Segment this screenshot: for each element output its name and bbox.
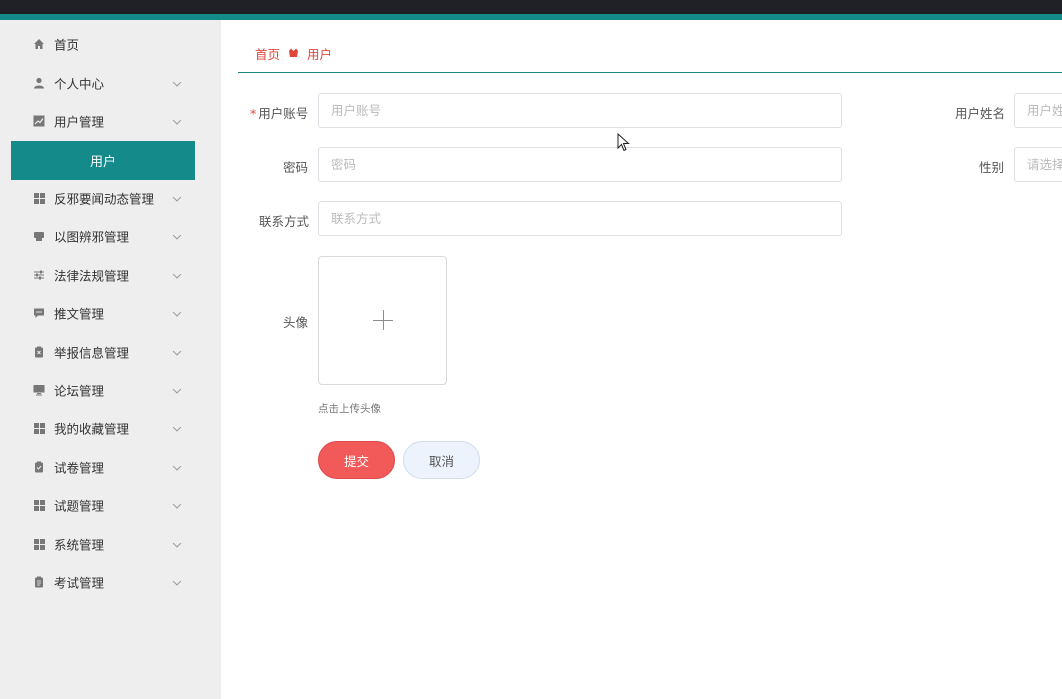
sidebar-item-home[interactable]: 首页 [0,26,221,62]
monitor-icon [33,384,45,396]
sidebar-item-label: 试题管理 [54,498,105,514]
chevron-down-icon [172,347,182,356]
chevron-down-icon [172,462,182,471]
chart-icon [33,115,45,127]
contact-input[interactable] [318,201,842,236]
top-bar [0,0,1062,14]
sidebar-item-image-management[interactable]: 以图辨邪管理 [0,218,221,254]
message-icon [33,307,45,319]
chevron-down-icon [172,500,182,509]
home-icon [33,38,45,50]
chevron-down-icon [172,539,182,548]
submit-button[interactable]: 提交 [318,441,395,479]
sidebar-item-label: 举报信息管理 [54,345,130,361]
sidebar-item-label: 试卷管理 [54,460,105,476]
gender-select[interactable] [1014,147,1062,182]
chevron-down-icon [172,270,182,279]
chevron-down-icon [172,231,182,240]
grid-icon [33,538,45,550]
grid-icon [33,422,45,434]
chevron-down-icon [172,308,182,317]
breadcrumb-separator-icon [288,47,299,61]
sidebar-item-label: 首页 [54,37,80,53]
sidebar: 首页 个人中心 用户管理 用户 反邪要闻动态管理 以图辨邪管理 法律法规管理 推… [0,20,221,699]
sidebar-item-exam-management[interactable]: 考试管理 [0,564,221,600]
sidebar-item-label: 推文管理 [54,306,105,322]
clipboard-icon [33,576,45,588]
sidebar-item-label: 我的收藏管理 [54,421,130,437]
breadcrumb-home[interactable]: 首页 [255,44,280,63]
name-label: 用户姓名 [955,106,1006,121]
avatar-label: 头像 [283,315,309,330]
sidebar-item-label: 法律法规管理 [54,268,130,284]
sidebar-item-personal-center[interactable]: 个人中心 [0,65,221,101]
sidebar-item-label: 系统管理 [54,537,105,553]
chevron-down-icon [172,385,182,394]
breadcrumb-current: 用户 [307,47,333,62]
sidebar-item-law-management[interactable]: 法律法规管理 [0,257,221,293]
sidebar-item-exam-paper-management[interactable]: 试卷管理 [0,449,221,485]
printer-icon [33,230,45,242]
sliders-icon [33,269,45,281]
account-label: * 用户账号 [250,106,309,121]
chevron-down-icon [172,423,182,432]
sidebar-item-user-management[interactable]: 用户管理 [0,103,221,139]
chevron-down-icon [172,78,182,87]
account-input[interactable] [318,93,842,128]
grid-icon [33,192,45,204]
sidebar-item-system-management[interactable]: 系统管理 [0,526,221,562]
cancel-button[interactable]: 取消 [403,441,480,479]
sidebar-item-label: 以图辨邪管理 [54,229,130,245]
sidebar-item-report-management[interactable]: 举报信息管理 [0,334,221,370]
clipboard-x-icon [33,346,45,358]
sidebar-item-news-management[interactable]: 反邪要闻动态管理 [0,180,221,216]
password-label: 密码 [283,160,309,175]
password-input[interactable] [318,147,842,182]
sidebar-item-post-management[interactable]: 推文管理 [0,295,221,331]
avatar-uploader[interactable] [318,256,447,385]
chevron-down-icon [172,193,182,202]
grid-icon [33,499,45,511]
sidebar-item-forum-management[interactable]: 论坛管理 [0,372,221,408]
upload-tip: 点击上传头像 [318,403,381,415]
main-content: 首页 用户 *用户账号 用户姓名 密码 性别 联系方式 头像 点击上传头像 提交… [221,20,1062,699]
sidebar-item-favorites-management[interactable]: 我的收藏管理 [0,410,221,446]
clipboard-check-icon [33,461,45,473]
contact-label: 联系方式 [259,214,310,229]
chevron-down-icon [172,577,182,586]
sidebar-item-label: 论坛管理 [54,383,105,399]
sidebar-item-label: 用户管理 [54,114,105,130]
sidebar-item-label: 考试管理 [54,575,105,591]
sidebar-item-question-management[interactable]: 试题管理 [0,487,221,523]
name-input[interactable] [1014,93,1062,128]
chevron-down-icon [172,116,182,125]
submenu-item-user[interactable]: 用户 [11,141,195,180]
user-icon [33,77,45,89]
breadcrumb-divider [238,72,1062,73]
breadcrumb: 首页 用户 [255,44,332,63]
gender-label: 性别 [979,160,1005,175]
sidebar-item-label: 反邪要闻动态管理 [54,191,155,207]
sidebar-item-label: 个人中心 [54,76,105,92]
